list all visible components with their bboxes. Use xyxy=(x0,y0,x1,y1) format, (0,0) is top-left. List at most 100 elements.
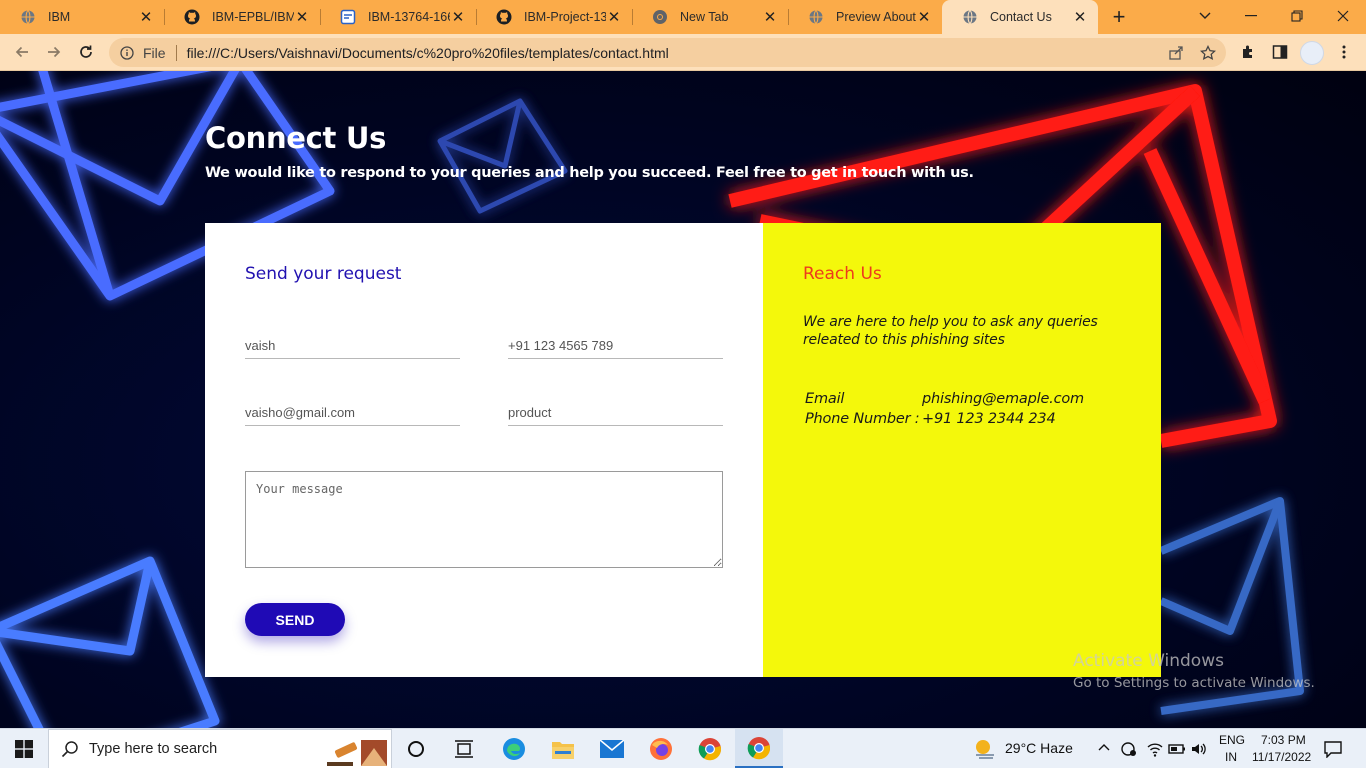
notification-icon[interactable] xyxy=(1324,740,1342,758)
firefox-icon xyxy=(650,738,672,760)
browser-toolbar: File file:///C:/Users/Vaishnavi/Document… xyxy=(0,34,1366,71)
language-bottom[interactable]: IN xyxy=(1225,750,1237,764)
globe-icon xyxy=(20,9,36,25)
tab-ibm-project[interactable]: IBM-Project-1376 ✕ xyxy=(476,0,632,34)
cortana-button[interactable] xyxy=(392,729,440,768)
new-tab-button[interactable]: + xyxy=(1106,4,1132,30)
page-title: Connect Us xyxy=(205,121,387,155)
name-input[interactable] xyxy=(245,333,460,359)
globe-icon xyxy=(808,9,824,25)
close-icon xyxy=(1337,10,1349,22)
info-icon[interactable] xyxy=(120,45,134,60)
onedrive-sync-icon[interactable] xyxy=(1120,740,1138,758)
tab-strip: IBM ✕ IBM-EPBL/IBM-Pr ✕ IBM-13764-1662 ✕… xyxy=(0,0,1366,34)
contact-form-panel: Send your request SEND xyxy=(205,223,763,677)
close-icon[interactable]: ✕ xyxy=(138,9,154,26)
search-icon xyxy=(61,741,78,758)
chevron-up-icon[interactable] xyxy=(1098,743,1110,751)
tab-ibm-epbl[interactable]: IBM-EPBL/IBM-Pr ✕ xyxy=(164,0,320,34)
chrome-icon xyxy=(747,736,771,759)
taskbar-chrome-active[interactable] xyxy=(735,729,783,768)
task-view-button[interactable] xyxy=(440,729,488,768)
chevron-down-icon xyxy=(1199,12,1211,19)
search-placeholder: Type here to search xyxy=(89,741,218,757)
taskbar-mail[interactable] xyxy=(588,729,636,768)
tab-ibm-13764[interactable]: IBM-13764-1662 ✕ xyxy=(320,0,476,34)
task-view-icon xyxy=(455,740,473,758)
github-icon xyxy=(184,9,200,25)
tab-preview-about[interactable]: Preview About ✕ xyxy=(788,0,942,34)
email-row: Email phishing@emaple.com xyxy=(805,391,1084,407)
forward-button[interactable] xyxy=(40,38,68,66)
url-text[interactable]: file:///C:/Users/Vaishnavi/Documents/c%2… xyxy=(187,45,669,61)
watermark-subtitle: Go to Settings to activate Windows. xyxy=(1073,675,1315,691)
cortana-icon xyxy=(408,741,424,757)
arrow-right-icon xyxy=(48,46,61,58)
tab-search-button[interactable] xyxy=(1182,0,1228,32)
tab-new-tab[interactable]: New Tab ✕ xyxy=(632,0,788,34)
arrow-left-icon xyxy=(15,46,28,58)
tab-contact-us[interactable]: Contact Us ✕ xyxy=(942,0,1098,34)
close-icon[interactable]: ✕ xyxy=(916,9,932,26)
email-value: phishing@emaple.com xyxy=(922,391,1084,407)
minimize-button[interactable] xyxy=(1228,0,1274,32)
side-panel-icon[interactable] xyxy=(1272,44,1288,60)
page-viewport: Connect Us We would like to respond to y… xyxy=(0,71,1366,728)
phone-value: +91 123 2344 234 xyxy=(922,411,1056,427)
volume-icon[interactable] xyxy=(1190,740,1208,758)
doc-icon xyxy=(340,9,356,25)
extensions-icon[interactable] xyxy=(1240,44,1256,60)
globe-icon xyxy=(962,9,978,25)
star-icon[interactable] xyxy=(1200,45,1216,61)
mail-icon xyxy=(600,740,624,758)
language-top[interactable]: ENG xyxy=(1219,733,1245,747)
weather-icon[interactable] xyxy=(973,738,997,760)
close-icon[interactable]: ✕ xyxy=(294,9,310,26)
address-bar[interactable]: File file:///C:/Users/Vaishnavi/Document… xyxy=(109,38,1226,67)
message-textarea[interactable] xyxy=(245,471,723,568)
close-icon[interactable]: ✕ xyxy=(450,9,466,26)
tab-ibm[interactable]: IBM ✕ xyxy=(0,0,164,34)
chrome-icon xyxy=(652,9,668,25)
back-button[interactable] xyxy=(8,38,36,66)
avatar[interactable] xyxy=(1300,41,1324,65)
form-heading: Send your request xyxy=(245,264,402,284)
reach-description: We are here to help you to ask any queri… xyxy=(803,314,1098,348)
phone-row: Phone Number : +91 123 2344 234 xyxy=(805,411,1056,427)
weather-text[interactable]: 29°C Haze xyxy=(1005,740,1073,756)
wifi-icon[interactable] xyxy=(1146,740,1164,758)
taskbar-search[interactable]: Type here to search xyxy=(48,729,392,768)
taskbar-edge[interactable] xyxy=(490,729,538,768)
reload-icon xyxy=(80,45,92,58)
taskbar: Type here to search 29°C Haze ENG IN 7:0… xyxy=(0,728,1366,768)
search-highlight-illustration xyxy=(327,740,387,766)
share-icon[interactable] xyxy=(1168,45,1184,61)
folder-icon xyxy=(552,742,574,759)
taskbar-firefox[interactable] xyxy=(637,729,685,768)
clock-date[interactable]: 11/17/2022 xyxy=(1252,750,1311,764)
reach-us-panel: Reach Us We are here to help you to ask … xyxy=(763,223,1161,677)
start-button[interactable] xyxy=(0,729,48,768)
taskbar-chrome[interactable] xyxy=(686,729,734,768)
phone-label: Phone Number : xyxy=(805,411,920,427)
send-button[interactable]: SEND xyxy=(245,603,345,636)
chrome-icon xyxy=(698,738,722,761)
product-input[interactable] xyxy=(508,400,723,426)
battery-icon[interactable] xyxy=(1168,740,1186,758)
close-icon[interactable]: ✕ xyxy=(762,9,778,26)
phone-input[interactable] xyxy=(508,333,723,359)
clock-time[interactable]: 7:03 PM xyxy=(1261,733,1306,747)
email-input[interactable] xyxy=(245,400,460,426)
restore-button[interactable] xyxy=(1274,0,1320,32)
restore-icon xyxy=(1291,10,1303,22)
close-window-button[interactable] xyxy=(1320,0,1366,32)
close-icon[interactable]: ✕ xyxy=(606,9,622,26)
close-icon[interactable]: ✕ xyxy=(1072,9,1088,26)
taskbar-file-explorer[interactable] xyxy=(539,729,587,768)
reload-button[interactable] xyxy=(72,38,100,66)
watermark-title: Activate Windows xyxy=(1073,651,1224,671)
github-icon xyxy=(496,9,512,25)
more-menu-icon[interactable] xyxy=(1336,44,1352,60)
page-subtitle: We would like to respond to your queries… xyxy=(205,165,974,181)
windows-logo-icon xyxy=(15,740,33,758)
